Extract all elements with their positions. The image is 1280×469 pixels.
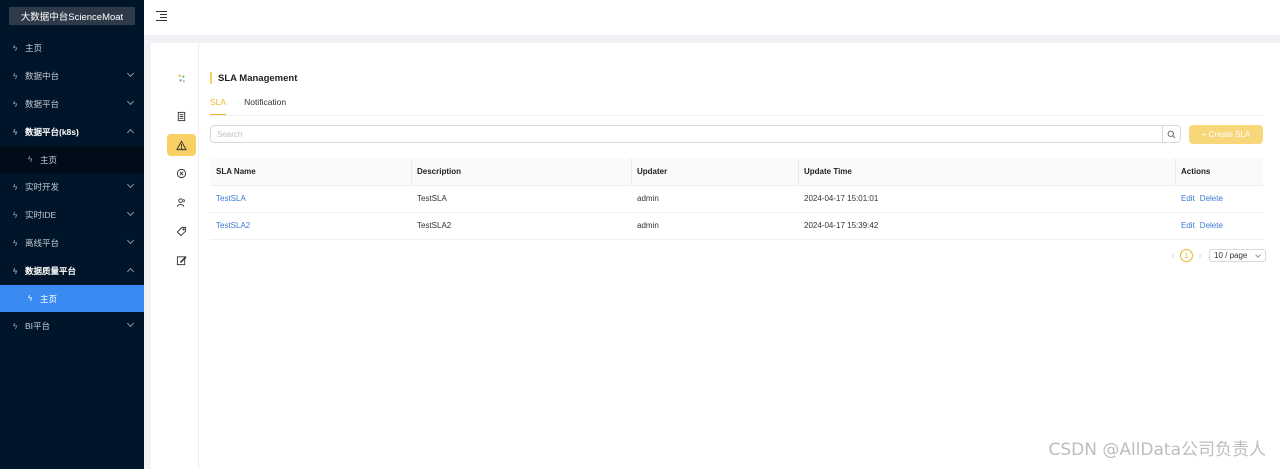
edit-icon[interactable] <box>167 249 196 271</box>
sidebar-item-realtime-ide[interactable]: ϟ 实时IDE <box>0 201 144 229</box>
sidebar-item-label: 主页 <box>40 293 58 304</box>
chevron-down-icon <box>126 69 135 78</box>
chevron-down-icon <box>126 208 135 217</box>
column-header: Update Time <box>798 158 1175 186</box>
create-sla-button[interactable]: + Create SLA <box>1189 125 1263 144</box>
actions-cell: Edit Delete <box>1175 212 1263 240</box>
edit-link[interactable]: Edit <box>1181 221 1195 230</box>
current-page-button[interactable]: 1 <box>1180 249 1193 262</box>
search-box <box>210 125 1181 143</box>
tab-bar: SLA Notification <box>210 97 304 115</box>
search-button[interactable] <box>1162 126 1180 142</box>
chevron-down-icon <box>126 319 135 328</box>
sidebar-item-label: 数据质量平台 <box>25 266 77 276</box>
sidebar-item-bi-platform[interactable]: ϟ BI平台 <box>0 312 144 340</box>
sidebar-item-label: 实时IDE <box>25 210 57 220</box>
chevron-up-icon <box>126 128 135 137</box>
chevron-down-icon <box>126 236 135 245</box>
update-time-cell: 2024-04-17 15:01:01 <box>798 185 1175 213</box>
sla-table: SLA Name Description Updater Update Time… <box>210 158 1263 240</box>
column-header: Updater <box>631 158 798 186</box>
sidebar-item-realtime-dev[interactable]: ϟ 实时开发 <box>0 173 144 201</box>
bolt-icon: ϟ <box>13 71 18 81</box>
sidebar-item-label: 数据中台 <box>25 71 60 81</box>
bolt-icon: ϟ <box>13 238 18 248</box>
tag-icon[interactable] <box>167 220 196 242</box>
sidebar-menu: ϟ 主页 ϟ 数据中台 ϟ 数据平台 ϟ 数据平台(k8s) ϟ 主页 ϟ 实时开发 ϟ 实时… <box>0 34 144 340</box>
sla-name-link[interactable]: TestSLA <box>210 185 411 213</box>
column-header: SLA Name <box>210 158 411 186</box>
updater-cell: admin <box>631 212 798 240</box>
chevron-up-icon <box>126 267 135 276</box>
chevron-down-icon <box>126 97 135 106</box>
sidebar-item-label: BI平台 <box>25 321 51 331</box>
sidebar-item-data-platform-k8s[interactable]: ϟ 数据平台(k8s) <box>0 118 144 146</box>
bolt-icon: ϟ <box>28 294 33 303</box>
sidebar-item-home[interactable]: ϟ 主页 <box>0 34 144 62</box>
page-title: SLA Management <box>210 72 297 84</box>
next-page-icon[interactable]: › <box>1195 251 1205 260</box>
search-icon <box>1167 130 1176 138</box>
top-header <box>144 0 1280 35</box>
updater-cell: admin <box>631 185 798 213</box>
sidebar-item-label: 主页 <box>25 43 43 53</box>
bolt-icon: ϟ <box>13 210 18 220</box>
description-cell: TestSLA <box>411 185 631 213</box>
sidebar-subitem-quality-home[interactable]: ϟ 主页 <box>0 285 144 312</box>
sidebar-item-label: 数据平台(k8s) <box>25 127 79 137</box>
table-row: TestSLA2 TestSLA2 admin 2024-04-17 15:39… <box>210 212 1263 240</box>
sidebar-item-label: 离线平台 <box>25 238 60 248</box>
tab-sla[interactable]: SLA <box>210 97 227 115</box>
content-panel: SLA Management SLA Notification + Create… <box>151 43 1280 469</box>
table-header-row: SLA Name Description Updater Update Time… <box>210 158 1263 186</box>
search-input[interactable] <box>211 126 1162 142</box>
bolt-icon: ϟ <box>13 127 18 137</box>
sidebar-item-data-quality[interactable]: ϟ 数据质量平台 <box>0 257 144 285</box>
edit-link[interactable]: Edit <box>1181 194 1195 203</box>
update-time-cell: 2024-04-17 15:39:42 <box>798 212 1175 240</box>
chevron-down-icon <box>126 180 135 189</box>
sidebar-item-offline-platform[interactable]: ϟ 离线平台 <box>0 229 144 257</box>
bolt-icon: ϟ <box>13 99 18 109</box>
sidebar-item-label: 实时开发 <box>25 182 60 192</box>
tab-notification[interactable]: Notification <box>244 97 286 115</box>
logo-icon[interactable] <box>167 67 196 89</box>
warning-icon[interactable] <box>167 134 196 156</box>
close-circle-icon[interactable] <box>167 162 196 184</box>
menu-fold-icon[interactable] <box>156 10 168 22</box>
page-size-value: 10 / page <box>1214 251 1248 260</box>
bolt-icon: ϟ <box>13 43 18 53</box>
description-cell: TestSLA2 <box>411 212 631 240</box>
actions-cell: Edit Delete <box>1175 185 1263 213</box>
icon-rail <box>151 43 199 469</box>
bolt-icon: ϟ <box>13 266 18 276</box>
sidebar-item-data-platform[interactable]: ϟ 数据平台 <box>0 90 144 118</box>
users-icon[interactable] <box>167 191 196 213</box>
bolt-icon: ϟ <box>28 155 33 164</box>
column-header: Actions <box>1175 158 1263 186</box>
tab-divider <box>210 115 1264 116</box>
pagination: ‹ 1 › 10 / page <box>1168 249 1266 262</box>
sidebar-item-label: 数据平台 <box>25 99 60 109</box>
sidebar: 大数据中台ScienceMoat ϟ 主页 ϟ 数据中台 ϟ 数据平台 ϟ 数据平台(k… <box>0 0 144 469</box>
watermark: CSDN @AllData公司负责人 <box>1048 440 1266 460</box>
bolt-icon: ϟ <box>13 182 18 192</box>
column-header: Description <box>411 158 631 186</box>
document-icon[interactable] <box>167 105 196 127</box>
table-row: TestSLA TestSLA admin 2024-04-17 15:01:0… <box>210 185 1263 213</box>
chevron-down-icon <box>1255 252 1261 258</box>
page-size-select[interactable]: 10 / page <box>1209 249 1266 262</box>
prev-page-icon[interactable]: ‹ <box>1168 251 1178 260</box>
sidebar-item-label: 主页 <box>40 154 58 165</box>
sidebar-subitem-k8s-home[interactable]: ϟ 主页 <box>0 146 144 173</box>
sidebar-item-data-center[interactable]: ϟ 数据中台 <box>0 62 144 90</box>
sla-name-link[interactable]: TestSLA2 <box>210 212 411 240</box>
brand-title[interactable]: 大数据中台ScienceMoat <box>9 7 135 25</box>
delete-link[interactable]: Delete <box>1200 194 1223 203</box>
delete-link[interactable]: Delete <box>1200 221 1223 230</box>
bolt-icon: ϟ <box>13 321 18 331</box>
